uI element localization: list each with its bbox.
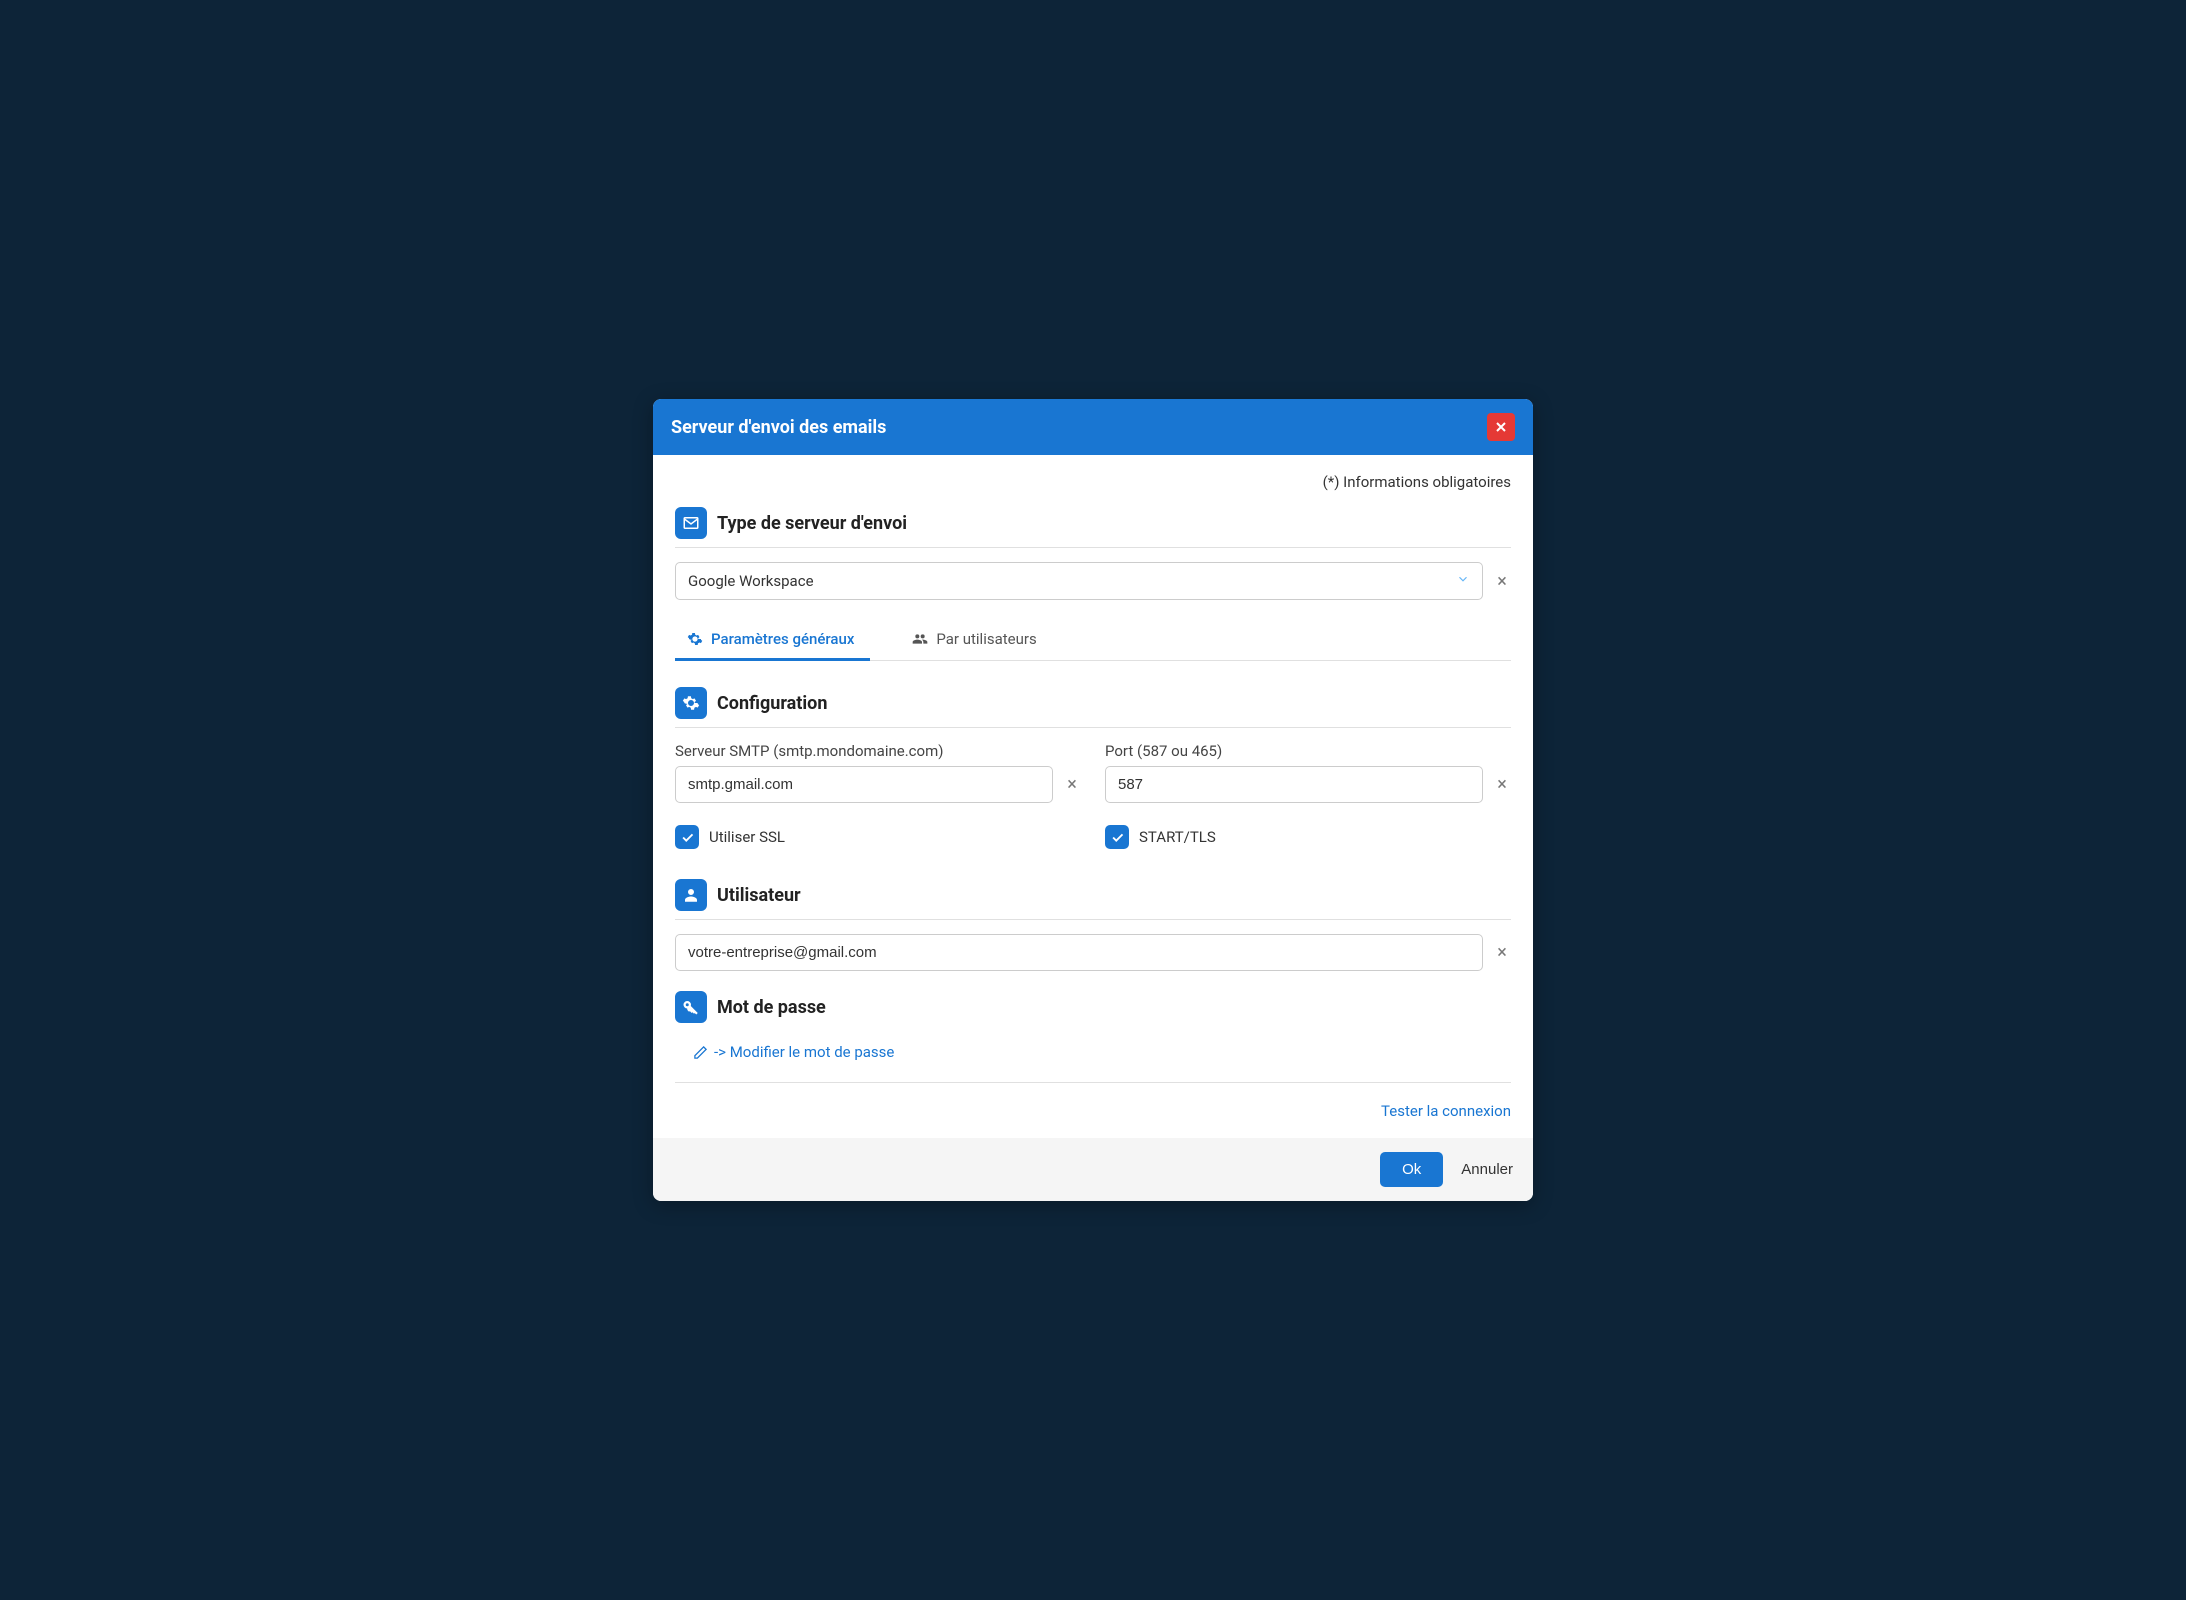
user-icon: [675, 879, 707, 911]
port-input[interactable]: [1105, 766, 1483, 803]
close-icon: [1493, 419, 1509, 435]
smtp-input[interactable]: [675, 766, 1053, 803]
tabs: Paramètres généraux Par utilisateurs: [675, 620, 1511, 661]
clear-server-type-button[interactable]: ×: [1493, 571, 1511, 592]
smtp-port-row: Serveur SMTP (smtp.mondomaine.com) × Por…: [675, 742, 1511, 803]
dialog-footer: Ok Annuler: [653, 1138, 1533, 1201]
gear-icon: [675, 687, 707, 719]
clear-user-button[interactable]: ×: [1493, 942, 1511, 963]
server-type-row: Google Workspace ×: [675, 562, 1511, 600]
chevron-down-icon: [1456, 572, 1470, 590]
password-heading: Mot de passe: [717, 997, 826, 1018]
server-type-value: Google Workspace: [688, 572, 814, 590]
user-row: ×: [675, 934, 1511, 971]
check-icon: [1110, 830, 1125, 845]
port-field: Port (587 ou 465) ×: [1105, 742, 1511, 803]
configuration-heading: Configuration: [717, 693, 827, 714]
port-label: Port (587 ou 465): [1105, 742, 1511, 760]
edit-icon: [693, 1045, 708, 1060]
email-server-dialog: Serveur d'envoi des emails (*) Informati…: [653, 399, 1533, 1201]
ok-button[interactable]: Ok: [1380, 1152, 1443, 1187]
smtp-field: Serveur SMTP (smtp.mondomaine.com) ×: [675, 742, 1081, 803]
cancel-button[interactable]: Annuler: [1461, 1161, 1513, 1178]
test-connection-row: Tester la connexion: [675, 1101, 1511, 1120]
smtp-label: Serveur SMTP (smtp.mondomaine.com): [675, 742, 1081, 760]
password-link-row: -> Modifier le mot de passe: [675, 1031, 1511, 1083]
key-icon: [675, 991, 707, 1023]
test-connection-link[interactable]: Tester la connexion: [1381, 1102, 1511, 1120]
user-heading: Utilisateur: [717, 885, 801, 906]
dialog-title: Serveur d'envoi des emails: [671, 417, 886, 438]
tab-per-user[interactable]: Par utilisateurs: [900, 620, 1052, 661]
tls-option: START/TLS: [1105, 825, 1511, 849]
ssl-option: Utiliser SSL: [675, 825, 1081, 849]
tls-label: START/TLS: [1139, 828, 1216, 846]
required-fields-note: (*) Informations obligatoires: [675, 473, 1511, 491]
tab-per-user-label: Par utilisateurs: [936, 630, 1036, 648]
user-input[interactable]: [675, 934, 1483, 971]
section-user: Utilisateur: [675, 879, 1511, 920]
check-icon: [680, 830, 695, 845]
section-password: Mot de passe: [675, 991, 1511, 1025]
section-configuration: Configuration: [675, 687, 1511, 728]
close-button[interactable]: [1487, 413, 1515, 441]
section-server-type: Type de serveur d'envoi: [675, 507, 1511, 548]
users-icon: [912, 631, 928, 647]
ssl-tls-row: Utiliser SSL START/TLS: [675, 825, 1511, 849]
dialog-body: (*) Informations obligatoires Type de se…: [653, 455, 1533, 1138]
clear-port-button[interactable]: ×: [1493, 774, 1511, 795]
modify-password-label: -> Modifier le mot de passe: [714, 1043, 894, 1061]
tls-checkbox[interactable]: [1105, 825, 1129, 849]
server-type-select[interactable]: Google Workspace: [675, 562, 1483, 600]
gears-icon: [687, 631, 703, 647]
tab-general-label: Paramètres généraux: [711, 630, 854, 648]
envelope-icon: [675, 507, 707, 539]
ssl-checkbox[interactable]: [675, 825, 699, 849]
tab-general-settings[interactable]: Paramètres généraux: [675, 620, 870, 661]
ssl-label: Utiliser SSL: [709, 828, 785, 846]
dialog-header: Serveur d'envoi des emails: [653, 399, 1533, 455]
modify-password-link[interactable]: -> Modifier le mot de passe: [693, 1043, 894, 1061]
clear-smtp-button[interactable]: ×: [1063, 774, 1081, 795]
server-type-heading: Type de serveur d'envoi: [717, 513, 907, 534]
